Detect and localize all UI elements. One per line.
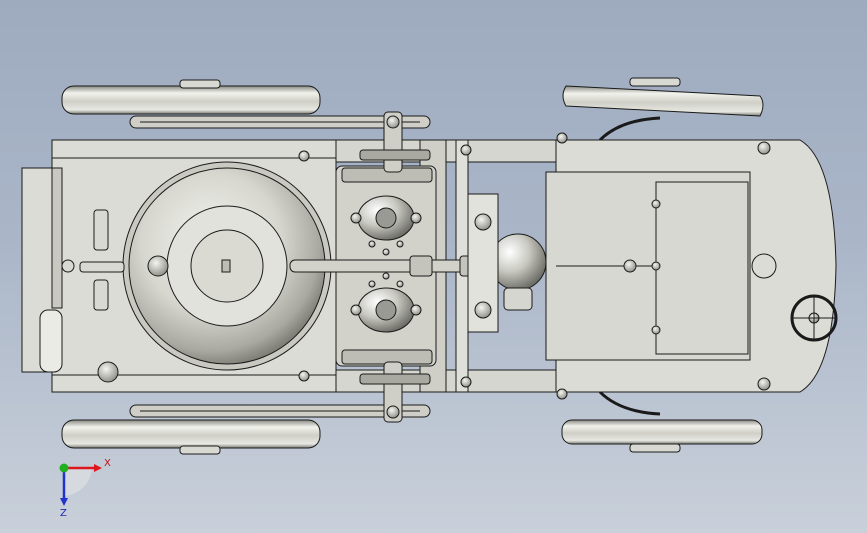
steering-wheel	[790, 294, 838, 342]
front-right-wheel	[561, 390, 763, 453]
cad-viewport[interactable]: X Z	[0, 0, 867, 533]
x-axis-arrowhead	[94, 464, 102, 472]
rear-right-wheel	[61, 404, 431, 455]
z-axis-arrowhead	[60, 498, 68, 506]
side-brackets	[467, 193, 499, 333]
z-axis-label: Z	[60, 508, 67, 518]
front-left-wheel	[562, 77, 764, 142]
axis-triad: X Z	[59, 458, 111, 518]
rear-left-wheel	[61, 79, 431, 129]
x-axis-label: X	[104, 458, 111, 469]
front-chassis	[545, 139, 837, 393]
steam-tractor-top-view[interactable]	[0, 0, 867, 533]
y-axis-dot	[59, 463, 69, 473]
